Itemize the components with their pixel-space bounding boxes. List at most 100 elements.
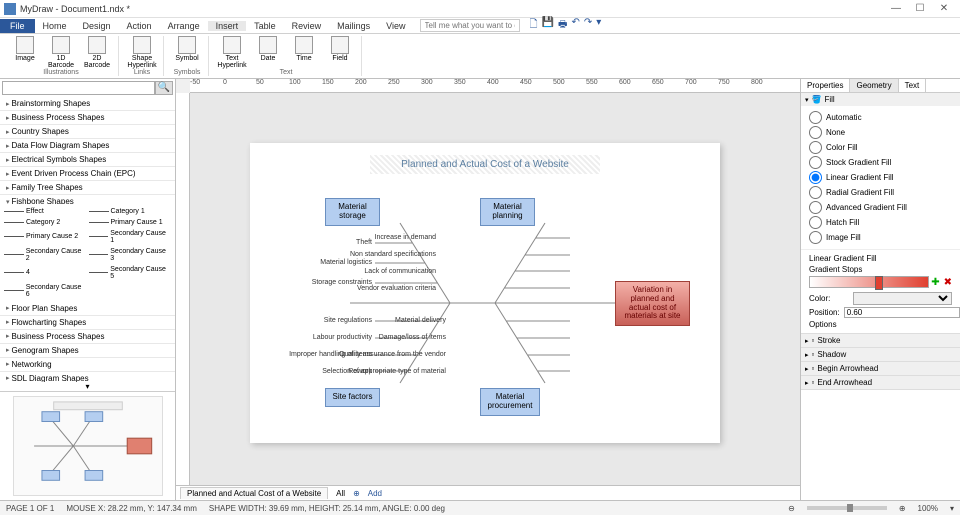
options-label[interactable]: Options xyxy=(809,320,952,329)
fill-option[interactable]: Stock Gradient Fill xyxy=(809,155,952,170)
menu-insert[interactable]: Insert xyxy=(208,21,247,31)
gradient-stop-handle[interactable] xyxy=(875,276,883,290)
menu-review[interactable]: Review xyxy=(284,21,330,31)
cause-label[interactable]: Increase in demand xyxy=(375,234,436,241)
zoom-dropdown-icon[interactable]: ▾ xyxy=(950,504,954,513)
menu-mailings[interactable]: Mailings xyxy=(329,21,378,31)
shape-category[interactable]: Networking xyxy=(0,358,175,372)
ribbon-time[interactable]: Time xyxy=(289,36,319,62)
qa-more-icon[interactable]: ▾ xyxy=(596,17,601,34)
cause-label[interactable]: Material logistics xyxy=(320,259,372,266)
thumb-expand-icon[interactable]: ▾ xyxy=(0,382,175,391)
shape-category[interactable]: Flowcharting Shapes xyxy=(0,316,175,330)
cause-label[interactable]: Vendor evaluation criteria xyxy=(357,285,436,292)
shape-item[interactable]: Secondary Cause 3 xyxy=(89,248,172,262)
maximize-button[interactable]: ☐ xyxy=(908,3,932,14)
menu-file[interactable]: File xyxy=(0,19,35,33)
box-material-planning[interactable]: Material planning xyxy=(480,198,535,226)
menu-design[interactable]: Design xyxy=(75,21,119,31)
page-thumbnail-1[interactable] xyxy=(13,396,163,496)
drawing-page[interactable]: Planned and Actual Cost of a Website xyxy=(250,143,720,443)
zoom-out-icon[interactable]: ⊖ xyxy=(788,504,795,513)
ribbon-symbol[interactable]: Symbol xyxy=(172,36,202,62)
position-input[interactable] xyxy=(844,307,960,318)
gradient-add-stop-icon[interactable]: ✚ xyxy=(931,277,939,288)
fill-option[interactable]: Advanced Gradient Fill xyxy=(809,200,952,215)
fill-radio[interactable] xyxy=(809,141,822,154)
fill-radio[interactable] xyxy=(809,231,822,244)
minimize-button[interactable]: — xyxy=(884,3,908,14)
ribbon-field[interactable]: Field xyxy=(325,36,355,62)
cause-label[interactable]: Non standard specifications xyxy=(350,251,436,258)
tell-me-search[interactable] xyxy=(420,19,520,32)
box-site-factors[interactable]: Site factors xyxy=(325,388,380,407)
page-tab-all[interactable]: All xyxy=(336,489,345,498)
shapes-search-input[interactable] xyxy=(2,81,155,95)
box-effect[interactable]: Variation in planned and actual cost of … xyxy=(615,281,690,326)
cause-label[interactable]: Lack of communication xyxy=(364,268,436,275)
shape-item[interactable]: Primary Cause 2 xyxy=(4,230,87,244)
fill-option[interactable]: Linear Gradient Fill xyxy=(809,170,952,185)
ribbon-barcode-2d[interactable]: 2D Barcode xyxy=(82,36,112,69)
page-tab-1[interactable]: Planned and Actual Cost of a Website xyxy=(180,487,328,499)
cause-label[interactable]: Selection of appropriate type of materia… xyxy=(322,368,446,375)
cause-label[interactable]: Site regulations xyxy=(324,317,372,324)
zoom-slider[interactable] xyxy=(807,506,887,510)
fill-option[interactable]: Hatch Fill xyxy=(809,215,952,230)
shape-category[interactable]: Event Driven Process Chain (EPC) xyxy=(0,167,175,181)
shapes-search-button[interactable]: 🔍 xyxy=(155,81,173,95)
shape-category[interactable]: Business Process Shapes xyxy=(0,330,175,344)
color-picker[interactable] xyxy=(853,292,952,305)
shape-item[interactable]: 4 xyxy=(4,266,87,280)
section-fill[interactable]: 🪣 Fill xyxy=(801,93,960,106)
shape-item[interactable]: Category 1 xyxy=(89,208,172,215)
page-tab-add[interactable]: Add xyxy=(368,489,382,498)
cause-label[interactable]: Quality assurance from the vendor xyxy=(339,351,446,358)
properties-tab-properties[interactable]: Properties xyxy=(801,79,850,92)
section-begin-arrowhead[interactable]: ▫Begin Arrowhead xyxy=(801,362,960,375)
ribbon-date[interactable]: Date xyxy=(253,36,283,62)
fill-option[interactable]: Image Fill xyxy=(809,230,952,245)
ribbon-image[interactable]: Image xyxy=(10,36,40,62)
shape-category[interactable]: Business Process Shapes xyxy=(0,111,175,125)
menu-view[interactable]: View xyxy=(378,21,413,31)
qa-new-icon[interactable]: 🗋 xyxy=(530,17,538,34)
qa-print-icon[interactable]: 🖶 xyxy=(558,17,567,34)
menu-table[interactable]: Table xyxy=(246,21,284,31)
box-material-procurement[interactable]: Material procurement xyxy=(480,388,540,416)
shape-category[interactable]: Electrical Symbols Shapes xyxy=(0,153,175,167)
fill-radio[interactable] xyxy=(809,171,822,184)
shape-category[interactable]: Brainstorming Shapes xyxy=(0,97,175,111)
fill-option[interactable]: Color Fill xyxy=(809,140,952,155)
fill-radio[interactable] xyxy=(809,201,822,214)
menu-arrange[interactable]: Arrange xyxy=(160,21,208,31)
menu-action[interactable]: Action xyxy=(119,21,160,31)
cause-label[interactable]: Labour productivity xyxy=(313,334,372,341)
box-material-storage[interactable]: Material storage xyxy=(325,198,380,226)
fill-radio[interactable] xyxy=(809,156,822,169)
gradient-bar[interactable] xyxy=(809,276,929,288)
shape-category[interactable]: Fishbone Shapes xyxy=(0,195,175,204)
shape-item[interactable]: Category 2 xyxy=(4,219,87,226)
ribbon-text-hyperlink[interactable]: Text Hyperlink xyxy=(217,36,247,69)
fill-option[interactable]: Automatic xyxy=(809,110,952,125)
fill-radio[interactable] xyxy=(809,186,822,199)
fill-radio[interactable] xyxy=(809,126,822,139)
shape-category[interactable]: Genogram Shapes xyxy=(0,344,175,358)
shape-category[interactable]: SDL Diagram Shapes xyxy=(0,372,175,382)
section-end-arrowhead[interactable]: ▫End Arrowhead xyxy=(801,376,960,389)
shape-item[interactable]: Secondary Cause 2 xyxy=(4,248,87,262)
properties-tab-geometry[interactable]: Geometry xyxy=(850,79,898,92)
ribbon-barcode-1d[interactable]: 1D Barcode xyxy=(46,36,76,69)
fill-radio[interactable] xyxy=(809,111,822,124)
canvas[interactable]: Planned and Actual Cost of a Website xyxy=(190,93,800,485)
shape-category[interactable]: Data Flow Diagram Shapes xyxy=(0,139,175,153)
cause-label[interactable]: Theft xyxy=(356,239,372,246)
section-stroke[interactable]: ▫Stroke xyxy=(801,334,960,347)
ribbon-shape-hyperlink[interactable]: Shape Hyperlink xyxy=(127,36,157,69)
page-tab-add-icon[interactable]: ⊕ xyxy=(353,489,360,498)
shape-category[interactable]: Country Shapes xyxy=(0,125,175,139)
gradient-del-stop-icon[interactable]: ✖ xyxy=(944,277,952,288)
fill-option[interactable]: None xyxy=(809,125,952,140)
qa-redo-icon[interactable]: ↷ xyxy=(584,17,592,34)
